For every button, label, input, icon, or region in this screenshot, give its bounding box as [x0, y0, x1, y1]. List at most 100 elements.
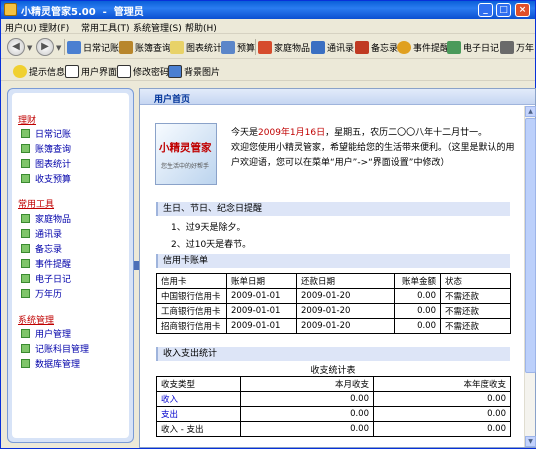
toolbar-background-image[interactable]: 背景图片 [168, 63, 220, 79]
sidebar-item-diary[interactable]: 电子日记 [21, 272, 71, 285]
sidebar-group-tools[interactable]: 常用工具 [18, 197, 54, 210]
toolbar-tips[interactable]: 提示信息 [13, 63, 65, 79]
logo-title: 小精灵管家 [159, 142, 212, 154]
toolbar-diary[interactable]: 电子日记 [447, 39, 499, 55]
scroll-thumb[interactable] [525, 118, 536, 373]
sidebar-item-household-items[interactable]: 家庭物品 [21, 212, 71, 225]
scroll-up-icon[interactable]: ▲ [525, 106, 536, 117]
main-panel: 用户首页 小精灵管家 您生活中的好帮手 今天是2009年1月16日，星期五，农历… [139, 88, 536, 448]
back-dropdown-icon[interactable]: ▼ [27, 44, 32, 52]
expense-link[interactable]: 支出 [156, 406, 241, 422]
table-row: 支出 0.00 0.00 [156, 406, 511, 422]
window-icon [65, 64, 79, 78]
password-icon [117, 64, 131, 78]
toolbar-contacts[interactable]: 通讯录 [311, 39, 354, 55]
green-square-icon [21, 243, 30, 253]
maximize-button[interactable]: □ [496, 3, 511, 17]
income-expense-table: 收支类型 本月收支 本年度收支 收入 0.00 0.00 支出 0.00 0.0… [156, 376, 511, 437]
toolbar-memo[interactable]: 备忘录 [355, 39, 398, 55]
income-link[interactable]: 收入 [156, 391, 241, 407]
green-square-icon [21, 228, 30, 238]
app-logo: 小精灵管家 您生活中的好帮手 [155, 123, 217, 185]
credit-card-table: 信用卡 账单日期 还款日期 账单金额 状态 中国银行信用卡 2009-01-01… [156, 273, 511, 334]
green-square-icon [21, 328, 30, 338]
calendar-icon [500, 40, 514, 54]
toolbar-change-password[interactable]: 修改密码 [117, 63, 169, 79]
green-square-icon [21, 258, 30, 268]
memo-icon [355, 40, 369, 54]
window-title: 小精灵管家5.00 - 管理员 [21, 7, 144, 18]
pen-icon [311, 40, 325, 54]
table-row: 收入 0.00 0.00 [156, 391, 511, 407]
toolbar-chart-stats[interactable]: 图表统计 [170, 39, 222, 55]
table-row: 收入 - 支出 0.00 0.00 [156, 421, 511, 437]
toolbar-ledger-query[interactable]: 账簿查询 [119, 39, 171, 55]
secondary-toolbar: 提示信息 用户界面 修改密码 背景图片 [1, 60, 535, 81]
reminder-item: 1、过9天是除夕。 [171, 223, 246, 233]
green-square-icon [21, 273, 30, 283]
toolbar-household-items[interactable]: 家庭物品 [258, 39, 310, 55]
menu-user[interactable]: 用户(U) [5, 21, 37, 34]
table-row: 中国银行信用卡 2009-01-01 2009-01-20 0.00 不需还款 [156, 288, 511, 304]
green-square-icon [21, 173, 30, 183]
diary-icon [447, 40, 461, 54]
sidebar-item-ledger-query[interactable]: 账簿查询 [21, 142, 71, 155]
toolbar-budget[interactable]: 预算 [221, 39, 255, 55]
sidebar-item-daily-ledger[interactable]: 日常记账 [21, 127, 71, 140]
forward-button[interactable]: ▶ [36, 38, 54, 56]
sidebar-item-user-management[interactable]: 用户管理 [21, 327, 71, 340]
welcome-text: 欢迎您使用小精灵管家，希望能给您的生活带来便利。（这里是默认的用户欢迎语，您可以… [231, 143, 515, 168]
toolbar-user-interface[interactable]: 用户界面 [65, 63, 117, 79]
green-square-icon [21, 213, 30, 223]
sidebar-group-finance[interactable]: 理财 [18, 113, 36, 126]
sidebar-item-contacts[interactable]: 通讯录 [21, 227, 62, 240]
sidebar-panel: 理财 日常记账 账簿查询 图表统计 收支预算 常用工具 家庭物品 通讯录 备忘录… [7, 88, 134, 443]
forward-dropdown-icon[interactable]: ▼ [56, 44, 61, 52]
green-square-icon [21, 358, 30, 368]
sidebar-item-chart-stats[interactable]: 图表统计 [21, 157, 71, 170]
menu-bar: 用户(U) 理财(F) 常用工具(T) 系统管理(S) 帮助(H) [1, 19, 535, 34]
vertical-scrollbar[interactable]: ▲ ▼ [524, 106, 536, 447]
green-square-icon [21, 343, 30, 353]
bottle-icon [258, 40, 272, 54]
menu-finance[interactable]: 理财(F) [39, 21, 69, 34]
toolbar-event-reminder[interactable]: 事件提醒 [397, 39, 449, 55]
menu-tools[interactable]: 常用工具(T) [81, 21, 130, 34]
alarm-clock-icon [397, 40, 411, 54]
main-toolbar: ◀ ▼ ▶ ▼ 日常记账 账簿查询 图表统计 预算 家庭物品 通讯录 备忘录 事… [1, 35, 535, 59]
title-bar[interactable]: 小精灵管家5.00 - 管理员 _ □ × [1, 1, 535, 19]
app-window: 小精灵管家5.00 - 管理员 _ □ × 用户(U) 理财(F) 常用工具(T… [0, 0, 536, 449]
sidebar-item-calendar[interactable]: 万年历 [21, 287, 62, 300]
book-icon [119, 40, 133, 54]
toolbar-calendar[interactable]: 万年 [500, 39, 534, 55]
minimize-button[interactable]: _ [478, 3, 493, 17]
green-square-icon [21, 128, 30, 138]
tip-icon [13, 64, 27, 78]
sidebar-item-memo[interactable]: 备忘录 [21, 242, 62, 255]
menu-help[interactable]: 帮助(H) [185, 21, 217, 34]
back-button[interactable]: ◀ [7, 38, 25, 56]
sidebar-item-account-subjects[interactable]: 记账科目管理 [21, 342, 89, 355]
toolbar-daily-ledger[interactable]: 日常记账 [67, 39, 119, 55]
sidebar-item-budget[interactable]: 收支预算 [21, 172, 71, 185]
credit-section-title: 信用卡账单 [156, 254, 510, 268]
table-header-row: 信用卡 账单日期 还款日期 账单金额 状态 [156, 273, 511, 289]
sidebar-nav: 理财 日常记账 账簿查询 图表统计 收支预算 常用工具 家庭物品 通讯录 备忘录… [12, 93, 129, 438]
page-title: 用户首页 [154, 95, 191, 105]
stats-section-title: 收入支出统计 [156, 347, 510, 361]
sidebar-group-system[interactable]: 系统管理 [18, 313, 54, 326]
welcome-message: 今天是2009年1月16日，星期五，农历二〇〇八年十二月廿一。 欢迎您使用小精灵… [231, 128, 515, 168]
ledger-icon [67, 40, 81, 54]
chart-icon [170, 40, 184, 54]
logo-slogan: 您生活中的好帮手 [161, 163, 210, 170]
table-row: 工商银行信用卡 2009-01-01 2009-01-20 0.00 不需还款 [156, 303, 511, 319]
reminder-item: 2、过10天是春节。 [171, 240, 252, 250]
app-icon [4, 3, 17, 16]
sidebar-item-event-reminder[interactable]: 事件提醒 [21, 257, 71, 270]
scroll-down-icon[interactable]: ▼ [525, 436, 536, 447]
menu-system[interactable]: 系统管理(S) [133, 21, 182, 34]
green-square-icon [21, 143, 30, 153]
close-button[interactable]: × [515, 3, 530, 17]
sidebar-item-database[interactable]: 数据库管理 [21, 357, 80, 370]
stats-table-caption: 收支统计表 [310, 366, 356, 376]
